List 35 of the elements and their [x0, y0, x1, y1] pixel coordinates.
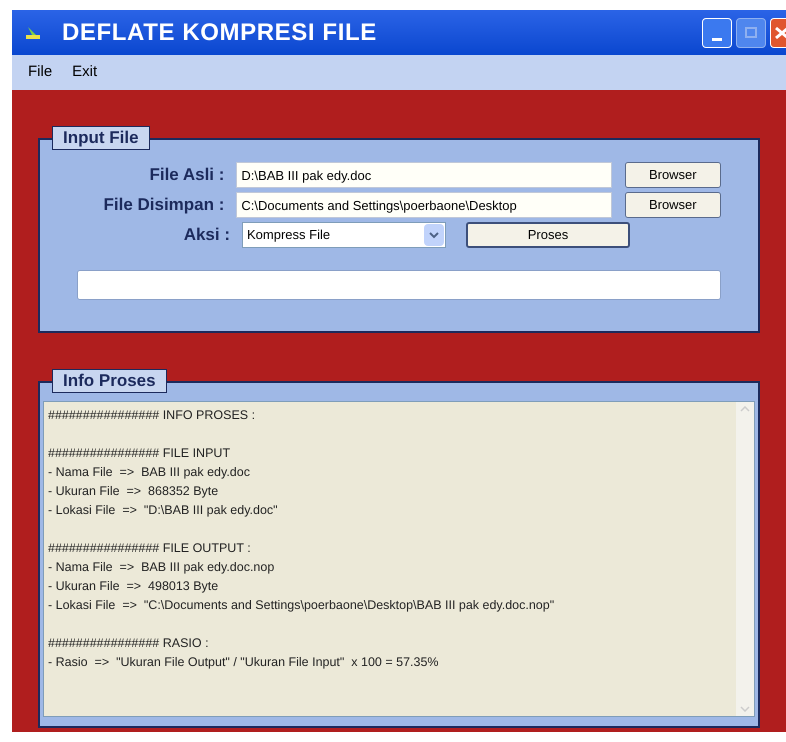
browse-button[interactable]: Browser: [624, 162, 721, 188]
log-line: - Lokasi File => "D:\BAB III pak edy.doc": [48, 502, 279, 519]
log-line: - Rasio => "Ukuran File Output" / "Ukuran File Input" x 100 = 57.35%: [48, 654, 440, 671]
path-field[interactable]: C:\Documents and Settings\poerbaone\Desktop: [236, 192, 612, 218]
close-button[interactable]: [770, 18, 786, 48]
process-button[interactable]: Proses: [466, 222, 630, 248]
panel-legend: Input File: [52, 126, 150, 150]
browse-button[interactable]: Browser: [624, 192, 721, 218]
minimize-icon: [712, 38, 722, 40]
path-field[interactable]: D:\BAB III pak edy.doc: [236, 162, 612, 188]
scroll-up-icon: [740, 406, 750, 412]
log-line: ################ FILE INPUT: [48, 445, 232, 462]
log-line: - Nama File => BAB III pak edy.doc.nop: [48, 559, 276, 576]
field-label: File Asli :: [148, 164, 226, 186]
log-line: ################ FILE OUTPUT :: [48, 540, 252, 557]
log-line: - Lokasi File => "C:\Documents and Settings\poerbaone\Desktop\BAB III pak edy.doc.nop": [48, 597, 556, 614]
log-line: - Nama File => BAB III pak edy.doc: [48, 464, 251, 481]
close-icon: [774, 26, 786, 40]
menu-item[interactable]: Exit: [72, 61, 98, 84]
log-line: - Ukuran File => 868352 Byte: [48, 483, 220, 500]
minimize-button[interactable]: [702, 18, 732, 48]
menu-item[interactable]: File: [28, 61, 52, 84]
field-label: Aksi :: [182, 224, 231, 246]
window-title: DEFLATE KOMPRESI FILE: [62, 18, 377, 48]
log-line: ################ RASIO :: [48, 635, 210, 652]
app-icon: [24, 24, 42, 40]
scrollbar[interactable]: [736, 402, 754, 716]
panel-legend: Info Proses: [52, 369, 167, 393]
maximize-icon: [745, 27, 757, 38]
action-dropdown[interactable]: Kompress File: [242, 222, 446, 248]
field-label: File Disimpan :: [102, 194, 226, 216]
maximize-button[interactable]: [736, 18, 766, 48]
log-line: - Ukuran File => 498013 Byte: [48, 578, 220, 595]
scroll-down-icon: [740, 706, 750, 712]
log-line: ################ INFO PROSES :: [48, 407, 256, 424]
